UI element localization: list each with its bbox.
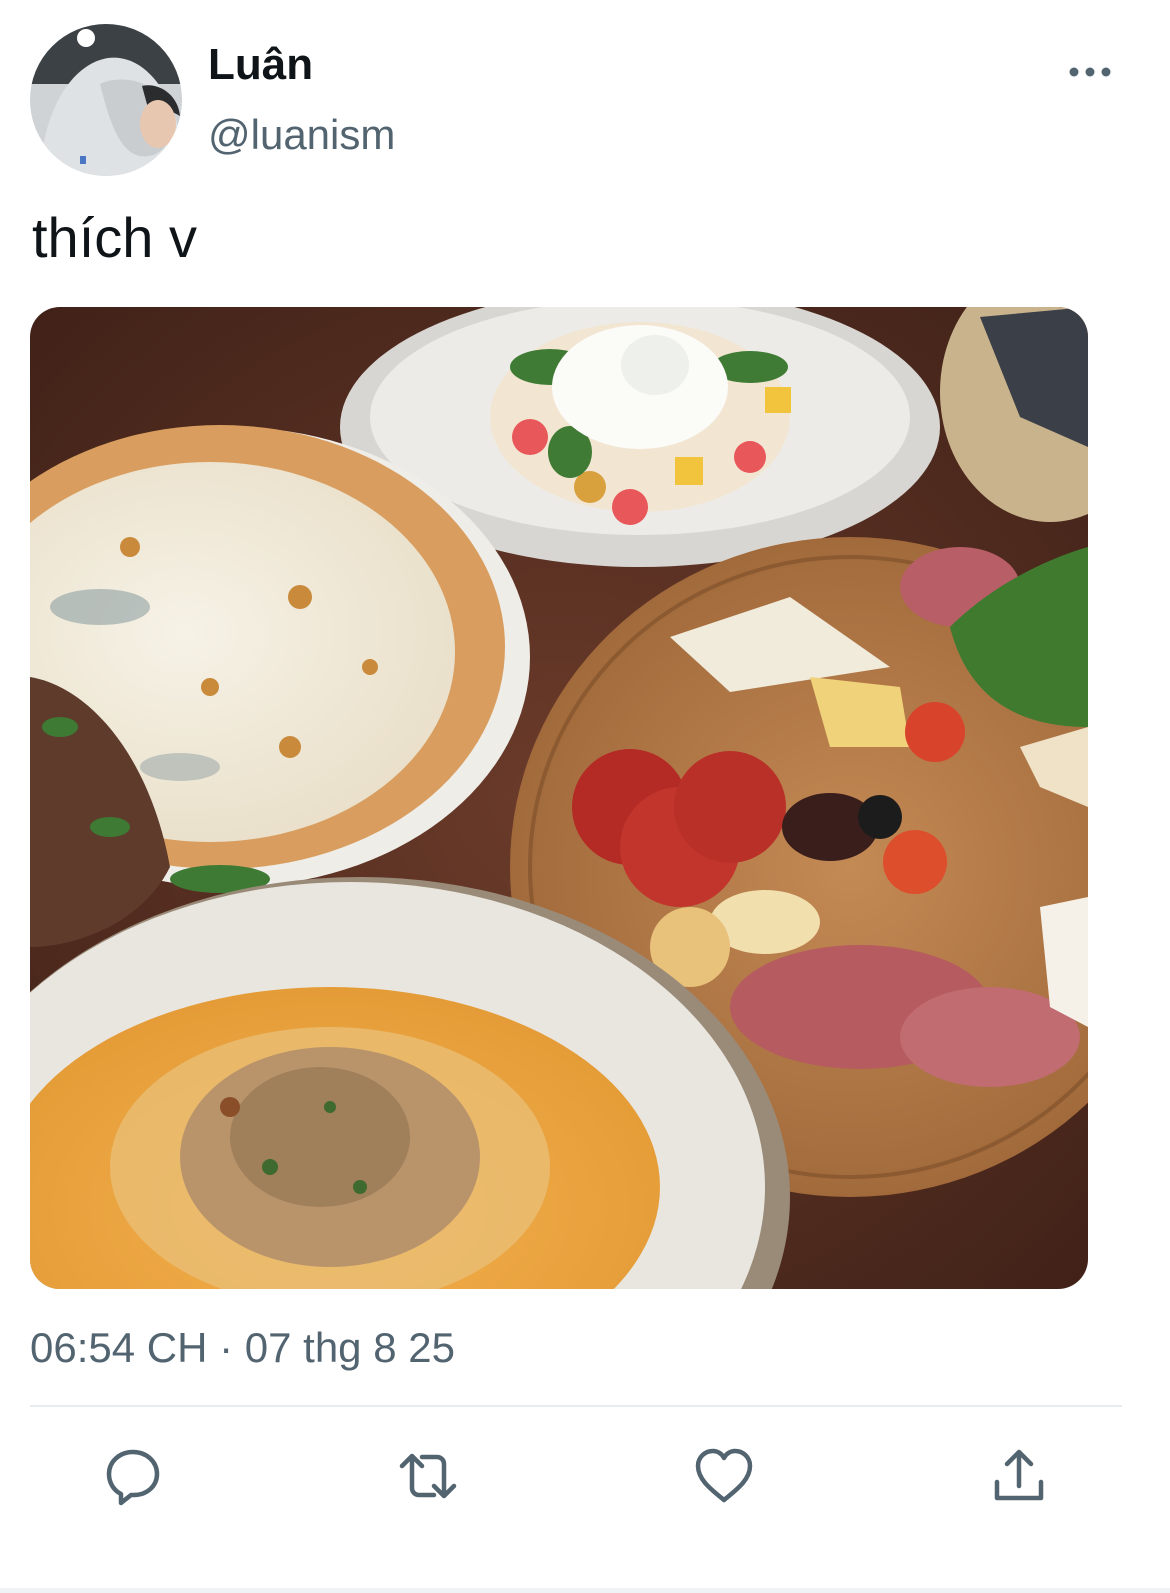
heart-icon bbox=[695, 1448, 753, 1503]
share-button[interactable] bbox=[987, 1444, 1051, 1508]
author-name[interactable]: Luân bbox=[208, 38, 313, 92]
tweet-timestamp[interactable]: 06:54 CH · 07 thg 8 25 bbox=[30, 1320, 455, 1376]
avatar[interactable] bbox=[30, 24, 182, 176]
like-button[interactable] bbox=[692, 1444, 756, 1508]
more-options-button[interactable] bbox=[1060, 50, 1120, 94]
reply-button[interactable] bbox=[101, 1444, 165, 1508]
avatar-image bbox=[30, 24, 182, 176]
retweet-button[interactable] bbox=[396, 1444, 460, 1508]
tweet-photo[interactable] bbox=[30, 307, 1088, 1289]
retweet-icon bbox=[399, 1453, 457, 1499]
food-photo-image bbox=[30, 307, 1088, 1289]
more-horizontal-icon bbox=[1069, 67, 1111, 77]
tweet-text: thích v bbox=[32, 206, 197, 269]
share-icon bbox=[994, 1449, 1044, 1501]
author-handle[interactable]: @luanism bbox=[208, 108, 395, 162]
reply-icon bbox=[106, 1449, 160, 1506]
bottom-divider bbox=[0, 1588, 1170, 1593]
divider bbox=[30, 1405, 1122, 1407]
